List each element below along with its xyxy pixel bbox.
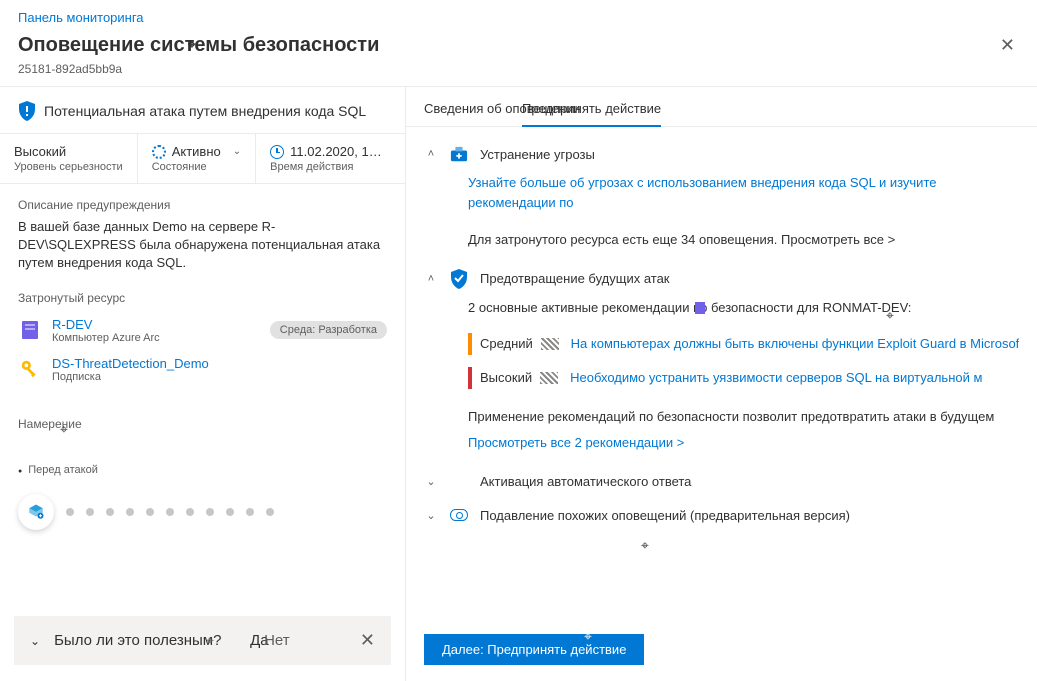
feedback-bar: ⌄ Было ли это полезным? ⌖ Да Нет ✕ (14, 616, 391, 665)
next-take-action-button[interactable]: Далее: Предпринять действие ⌖ (424, 634, 644, 665)
resource-subtitle: Подписка (52, 371, 387, 383)
resource-row[interactable]: DS-ThreatDetection_Demo Подписка (18, 350, 387, 389)
eye-icon (450, 506, 468, 524)
severity-bar-icon (468, 333, 472, 355)
prevent-footer-text: Применение рекомендаций по безопасности … (468, 407, 1019, 427)
chevron-down-icon[interactable]: ⌄ (233, 146, 241, 157)
chevron-up-icon: ˄ (424, 148, 438, 160)
clock-icon (270, 145, 284, 159)
tab-take-action[interactable]: Предпринять действие (522, 101, 661, 126)
cursor-artifact-icon: ⌖ (641, 535, 649, 556)
view-all-recs-link[interactable]: Просмотреть все 2 рекомендации > (468, 435, 684, 450)
feedback-no[interactable]: Нет (264, 632, 290, 649)
resource-name[interactable]: R-DEV (52, 317, 260, 332)
chevron-up-icon: ˄ (424, 273, 438, 285)
shield-check-icon (450, 270, 468, 288)
metric-time: 11.02.2020, 1… Время действия (256, 134, 396, 183)
feedback-question: Было ли это полезным? ⌖ Да Нет (54, 632, 346, 649)
close-icon[interactable]: ✕ (360, 630, 375, 651)
recommendations-summary: 2 основные активные рекомендации по безо… (468, 298, 1019, 318)
recommendation-row[interactable]: Высокий Необходимо устранить уязвимости … (468, 361, 1019, 395)
more-alerts-text: Для затронутого ресурса есть еще 34 опов… (468, 232, 895, 247)
recommendation-row[interactable]: Средний На компьютерах должны быть включ… (468, 327, 1019, 361)
kill-chain (18, 482, 387, 542)
resource-name[interactable]: DS-ThreatDetection_Demo (52, 356, 387, 371)
key-icon (18, 357, 42, 381)
learn-more-link[interactable]: Узнайте больше об угрозах с использовани… (468, 175, 936, 210)
accordion-suppress-alerts[interactable]: ⌄ Подавление похожих оповещений (предвар… (424, 506, 1019, 524)
metric-status[interactable]: Активно⌄ Состояние (138, 134, 256, 183)
alert-id: 25181-892ad5bb9a (0, 62, 1037, 86)
page-title: Оповещение системы безопасности ⌖ (18, 34, 996, 57)
spinner-icon (152, 145, 166, 159)
cursor-artifact-icon: ⌖ (206, 632, 214, 649)
chevron-down-icon[interactable]: ⌄ (30, 634, 40, 648)
accordion-prevent-attacks[interactable]: ˄ Предотвращение будущих атак (424, 270, 1019, 288)
description-heading: Описание предупреждения (18, 198, 387, 212)
shield-icon (18, 101, 36, 121)
resource-subtitle: Компьютер Azure Arc (52, 332, 260, 344)
metric-severity: Высокий Уровень серьезности (0, 134, 138, 183)
chevron-down-icon: ⌄ (424, 509, 438, 522)
accordion-auto-response[interactable]: ⌄ Активация автоматического ответа (424, 472, 1019, 490)
resource-row[interactable]: R-DEV Компьютер Azure Arc Среда: Разрабо… (18, 311, 387, 350)
alert-title: Потенциальная атака путем внедрения кода… (44, 103, 366, 119)
environment-badge: Среда: Разработка (270, 321, 387, 339)
thumbnail-icon (540, 372, 558, 384)
description-text: В вашей базе данных Demo на сервере R-DE… (18, 218, 387, 273)
close-icon[interactable]: ✕ (996, 31, 1019, 60)
chevron-down-icon: ⌄ (424, 475, 438, 488)
kill-chain-current-icon (18, 494, 54, 530)
accordion-threat-remediation[interactable]: ˄ Устранение угрозы (424, 145, 1019, 163)
intent-heading: Намерение (18, 417, 387, 431)
severity-bar-icon (468, 367, 472, 389)
breadcrumb[interactable]: Панель мониторинга (18, 10, 144, 25)
thumbnail-icon (541, 338, 559, 350)
server-icon (18, 318, 42, 342)
medkit-icon (450, 145, 468, 163)
affected-heading: Затронутый ресурс (18, 291, 387, 305)
intent-stage: Перед атакой (18, 464, 387, 476)
redaction-icon (695, 302, 705, 314)
